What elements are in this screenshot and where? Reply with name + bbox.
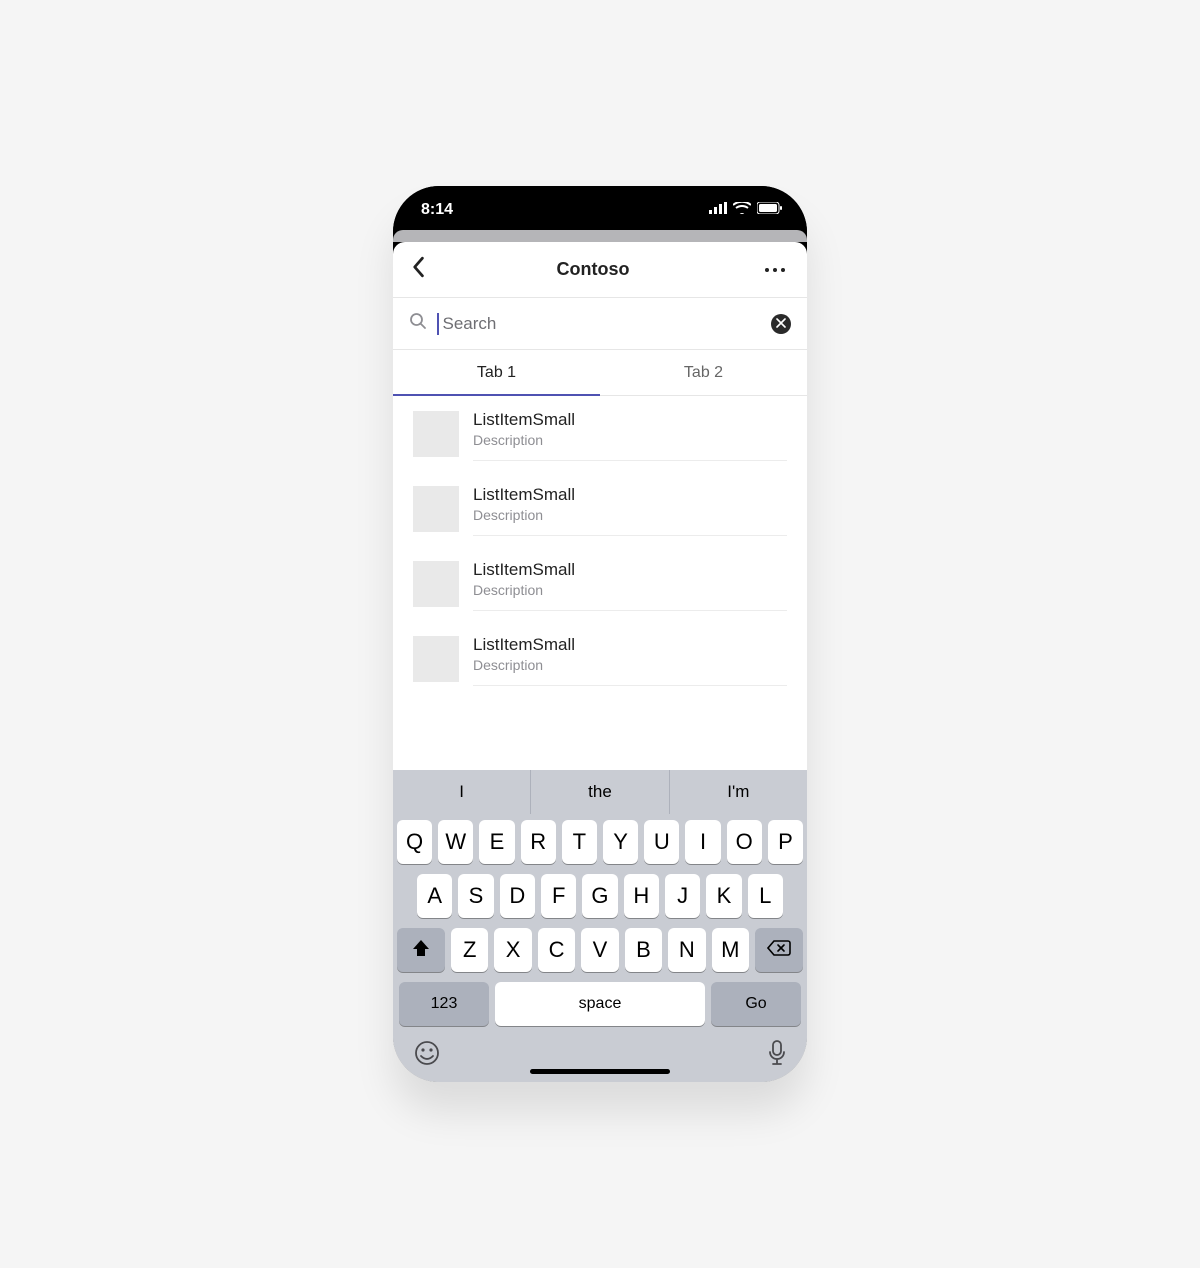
key-l[interactable]: L [748, 874, 783, 918]
list-item-thumbnail [413, 486, 459, 532]
key-a[interactable]: A [417, 874, 452, 918]
key-p[interactable]: P [768, 820, 803, 864]
key-s[interactable]: S [458, 874, 493, 918]
cellular-icon [709, 201, 727, 219]
key-x[interactable]: X [494, 928, 531, 972]
tab-2[interactable]: Tab 2 [600, 350, 807, 395]
close-icon [776, 315, 786, 333]
key-g[interactable]: G [582, 874, 617, 918]
search-icon [409, 312, 427, 335]
key-k[interactable]: K [706, 874, 741, 918]
back-button[interactable] [409, 256, 427, 283]
clear-search-button[interactable] [771, 314, 791, 334]
key-b[interactable]: B [625, 928, 662, 972]
search-bar[interactable] [393, 298, 807, 350]
key-z[interactable]: Z [451, 928, 488, 972]
key-j[interactable]: J [665, 874, 700, 918]
battery-icon [757, 201, 783, 219]
key-w[interactable]: W [438, 820, 473, 864]
list-item[interactable]: ListItemSmall Description [393, 396, 807, 471]
emoji-button[interactable] [413, 1039, 441, 1072]
text-cursor [437, 313, 439, 335]
key-v[interactable]: V [581, 928, 618, 972]
key-h[interactable]: H [624, 874, 659, 918]
keyboard-suggestions: I the I'm [393, 770, 807, 814]
list-item-thumbnail [413, 561, 459, 607]
list-item-thumbnail [413, 636, 459, 682]
status-time: 8:14 [421, 201, 453, 219]
backspace-icon [767, 937, 791, 963]
list-item-title: ListItemSmall [473, 410, 787, 430]
suggestion-3[interactable]: I'm [670, 770, 807, 814]
key-t[interactable]: T [562, 820, 597, 864]
tab-1[interactable]: Tab 1 [393, 350, 600, 395]
more-icon [781, 268, 785, 272]
search-input[interactable] [443, 312, 762, 336]
suggestion-1[interactable]: I [393, 770, 531, 814]
key-u[interactable]: U [644, 820, 679, 864]
key-i[interactable]: I [685, 820, 720, 864]
mic-button[interactable] [767, 1039, 787, 1072]
key-shift[interactable] [397, 928, 445, 972]
more-button[interactable] [759, 264, 791, 276]
key-o[interactable]: O [727, 820, 762, 864]
key-q[interactable]: Q [397, 820, 432, 864]
suggestion-2[interactable]: the [531, 770, 669, 814]
list-item[interactable]: ListItemSmall Description [393, 621, 807, 696]
key-numeric[interactable]: 123 [399, 982, 489, 1026]
key-f[interactable]: F [541, 874, 576, 918]
list-item-description: Description [473, 657, 787, 673]
list-item[interactable]: ListItemSmall Description [393, 546, 807, 621]
content-sheet: Contoso Tab 1 Tab 2 [393, 242, 807, 1082]
key-c[interactable]: C [538, 928, 575, 972]
key-r[interactable]: R [521, 820, 556, 864]
wifi-icon [733, 201, 751, 219]
list-item-description: Description [473, 582, 787, 598]
list-item-thumbnail [413, 411, 459, 457]
list-item-title: ListItemSmall [473, 485, 787, 505]
result-list: ListItemSmall Description ListItemSmall … [393, 396, 807, 770]
status-indicators [709, 201, 783, 219]
key-e[interactable]: E [479, 820, 514, 864]
key-y[interactable]: Y [603, 820, 638, 864]
status-bar: 8:14 [393, 186, 807, 234]
keyboard: I the I'm Q W E R T Y U I O P A [393, 770, 807, 1082]
more-icon [773, 268, 777, 272]
page-title: Contoso [557, 259, 630, 280]
tab-bar: Tab 1 Tab 2 [393, 350, 807, 396]
list-item-description: Description [473, 432, 787, 448]
modal-backdrop [393, 230, 807, 242]
key-space[interactable]: space [495, 982, 705, 1026]
list-item[interactable]: ListItemSmall Description [393, 471, 807, 546]
list-item-description: Description [473, 507, 787, 523]
list-item-title: ListItemSmall [473, 635, 787, 655]
shift-icon [411, 937, 431, 963]
phone-frame: 8:14 Contoso [393, 186, 807, 1082]
list-item-title: ListItemSmall [473, 560, 787, 580]
key-n[interactable]: N [668, 928, 705, 972]
key-backspace[interactable] [755, 928, 803, 972]
home-indicator[interactable] [530, 1069, 670, 1074]
nav-bar: Contoso [393, 242, 807, 298]
key-go[interactable]: Go [711, 982, 801, 1026]
more-icon [765, 268, 769, 272]
key-d[interactable]: D [500, 874, 535, 918]
key-m[interactable]: M [712, 928, 749, 972]
